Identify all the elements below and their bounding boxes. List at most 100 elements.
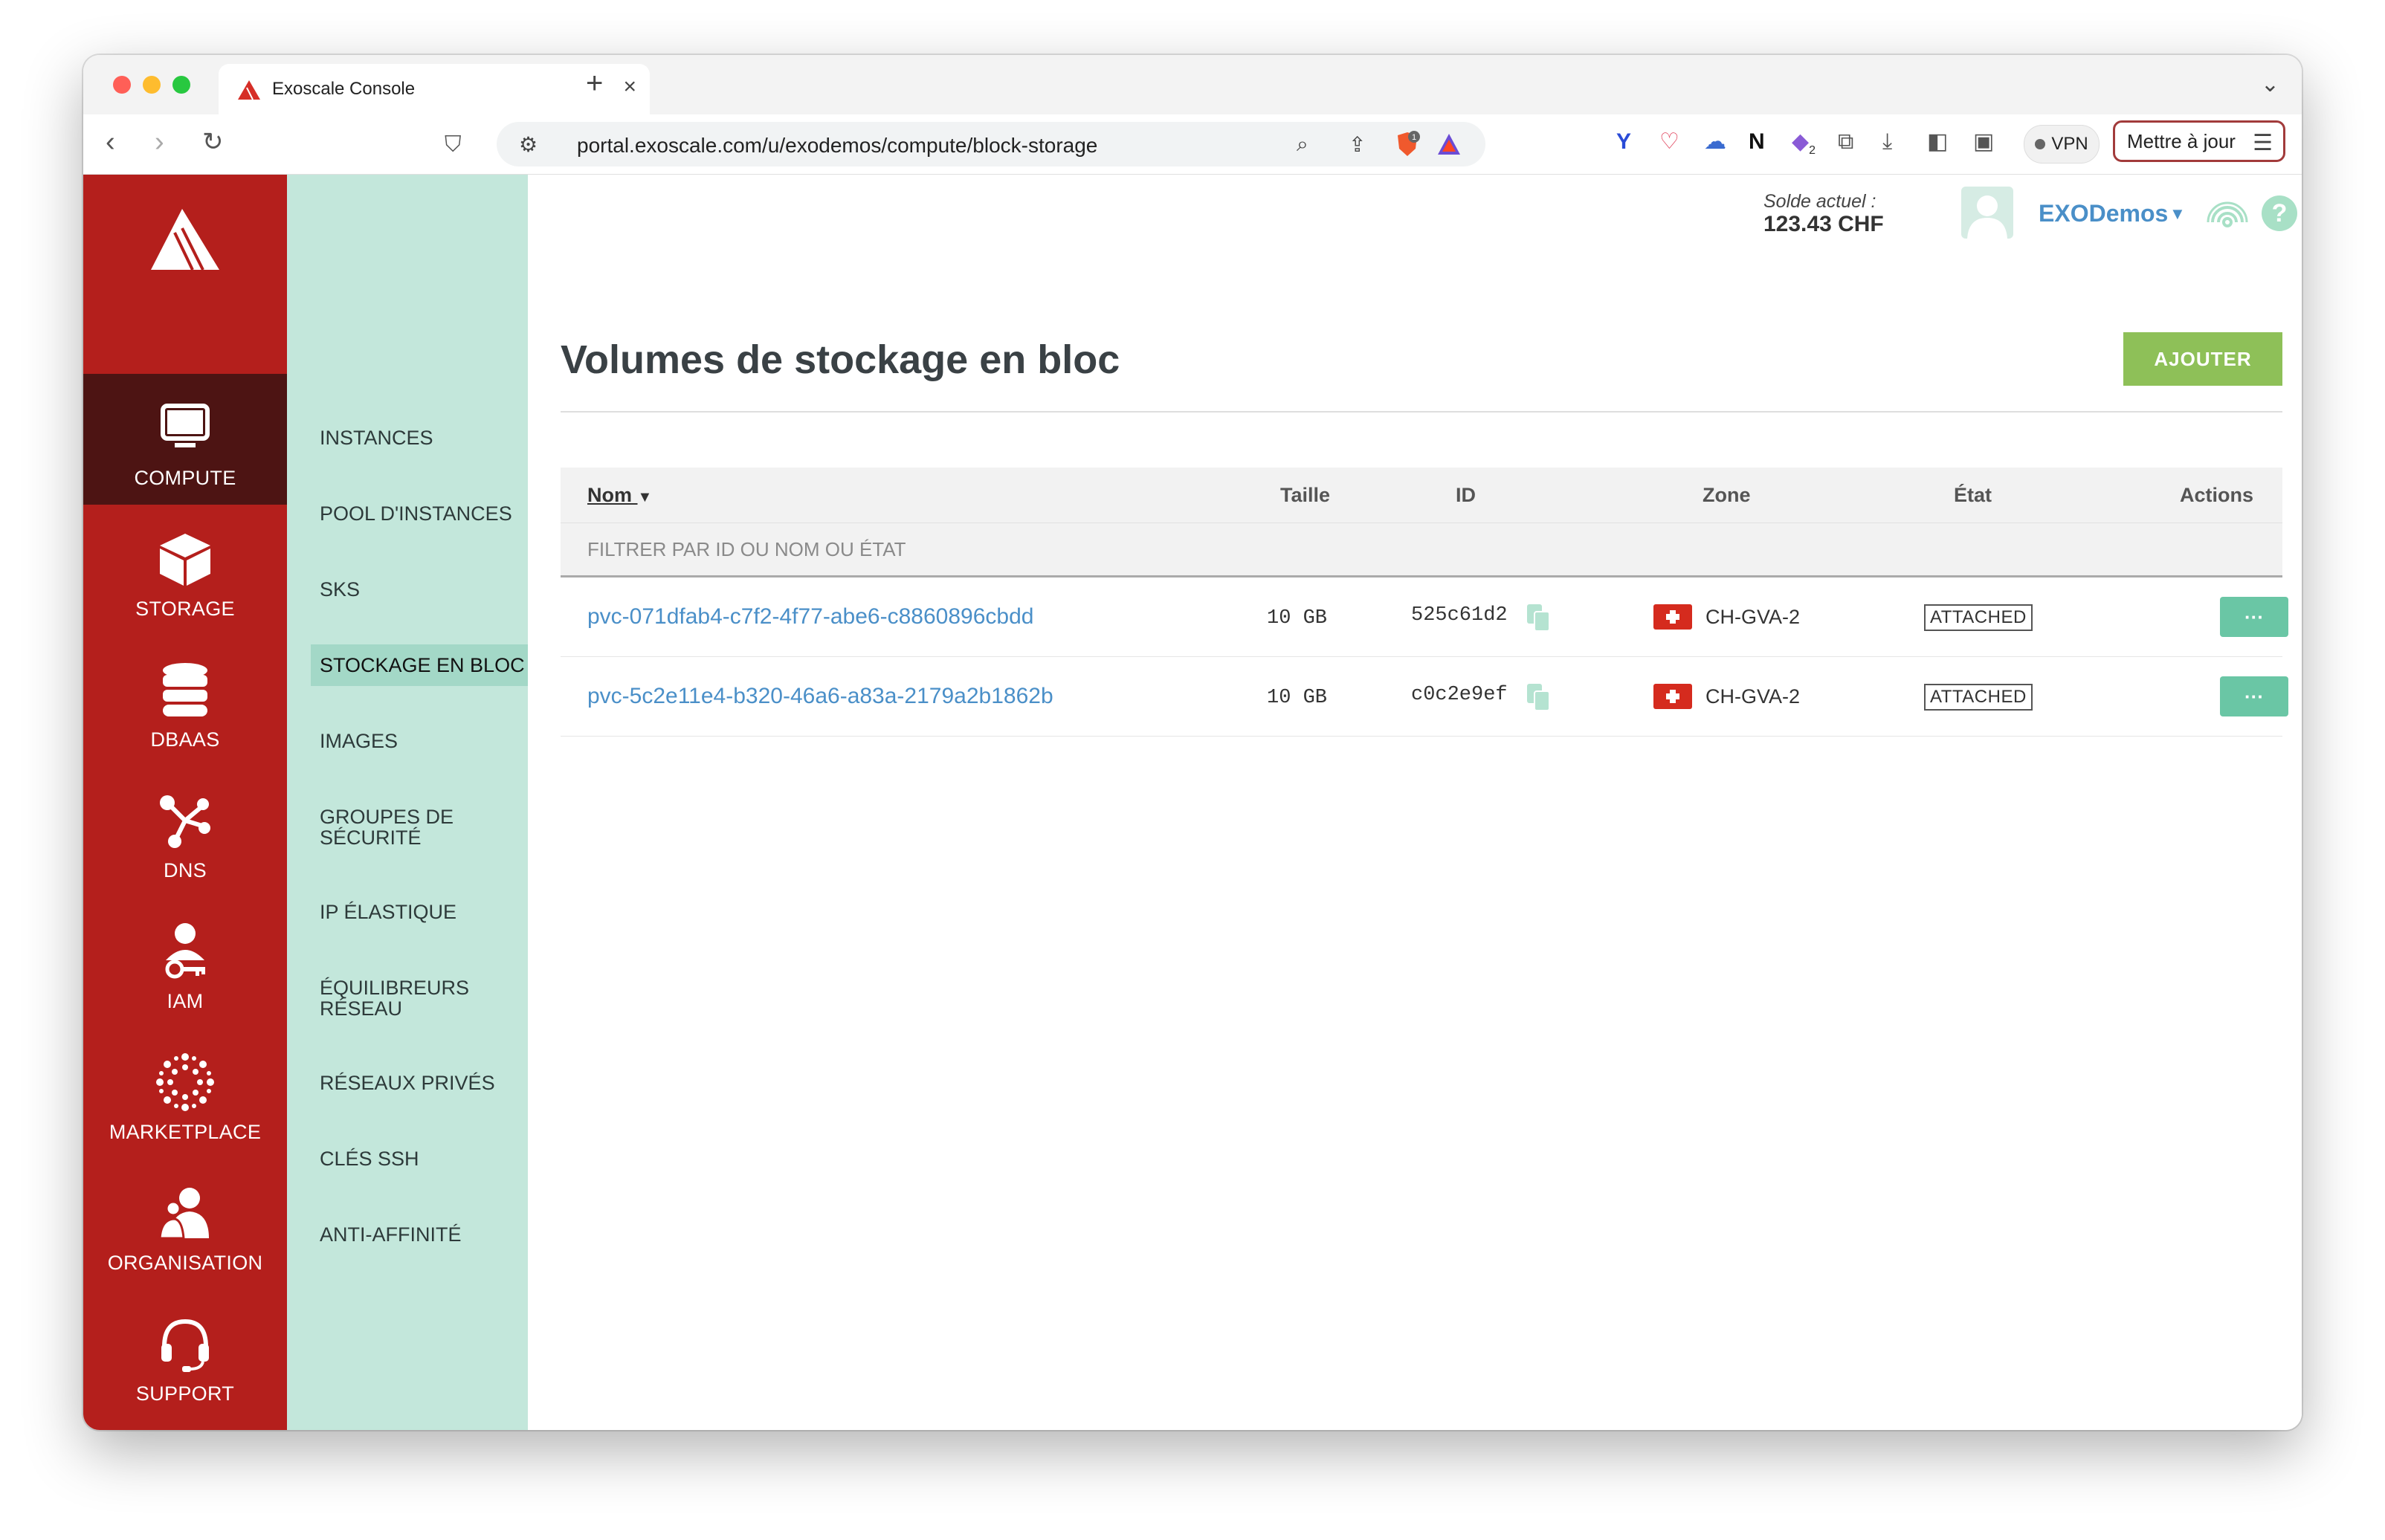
broadcast-icon[interactable] (2207, 192, 2248, 234)
update-button[interactable]: Mettre à jour ☰ (2113, 120, 2285, 162)
rail-item-compute[interactable]: COMPUTE (83, 374, 287, 505)
tab-list-chevron-icon[interactable]: ⌄ (2261, 71, 2279, 97)
column-header-size[interactable]: Taille (1280, 484, 1330, 507)
rail-item-dbaas[interactable]: DBAAS (83, 635, 287, 766)
extension-notion-icon[interactable]: N (1749, 129, 1765, 155)
tab-close-icon[interactable]: × (623, 76, 636, 98)
subnav-item-anti-affinity[interactable]: ANTI-AFFINITÉ (311, 1214, 528, 1255)
rail-item-dns[interactable]: DNS (83, 766, 287, 897)
volume-size: 10 GB (1267, 687, 1328, 709)
subnav-item-elastic-ip[interactable]: IP ÉLASTIQUE (311, 891, 528, 933)
table-header: Nom ▼ Taille ID Zone État Actions (561, 468, 2282, 522)
menu-icon[interactable]: ☰ (2253, 130, 2273, 156)
balance-label: Solde actuel : (1763, 191, 1876, 212)
reload-icon[interactable]: ↻ (202, 128, 224, 156)
subnav-item-sks[interactable]: SKS (311, 569, 528, 610)
zoom-window-button[interactable] (172, 76, 190, 94)
rail-item-label: COMPUTE (134, 467, 236, 489)
browser-toolbar: ‹ › ↻ ⛉ ⚙ portal.exoscale.com/u/exodemos… (83, 114, 2302, 175)
subnav-item-private-networks[interactable]: RÉSEAUX PRIVÉS (311, 1062, 528, 1104)
column-header-name[interactable]: Nom ▼ (587, 484, 652, 507)
volumes-table: Nom ▼ Taille ID Zone État Actions pvc-07… (561, 468, 2288, 737)
sidebar-toggle-icon[interactable]: ◧ (1927, 129, 1948, 155)
rail-item-label: IAM (167, 990, 204, 1012)
brave-shield-icon[interactable]: 1 (1395, 131, 1420, 158)
brave-shield-badge: 1 (1412, 133, 1416, 142)
exoscale-app: COMPUTE STORAGE DBAAS DNS IAM MARKETPLAC… (83, 175, 2302, 1430)
table-row: pvc-5c2e11e4-b320-46a6-a83a-2179a2b1862b… (561, 657, 2288, 737)
rail-item-label: ORGANISATION (107, 1252, 263, 1274)
rail-item-label: MARKETPLACE (109, 1121, 262, 1143)
column-header-id[interactable]: ID (1456, 484, 1476, 507)
help-icon[interactable]: ? (2262, 195, 2297, 231)
downloads-icon[interactable]: ⤓ (1882, 129, 1892, 155)
main-content: Solde actuel : 123.43 CHF EXODemos ▼ ? V… (528, 175, 2302, 1430)
wallet-icon[interactable]: ▣ (1973, 129, 1994, 155)
exoscale-logo-icon[interactable] (148, 206, 222, 273)
share-icon[interactable]: ⇪ (1349, 132, 1366, 157)
subnav-item-security-groups[interactable]: GROUPES DE SÉCURITÉ (311, 796, 482, 858)
extension-gem-icon[interactable]: ◆2 (1792, 129, 1816, 164)
site-settings-icon[interactable]: ⚙ (519, 132, 538, 157)
extensions-puzzle-icon[interactable]: ⧉ (1838, 129, 1853, 155)
pocket-icon[interactable]: ♡ (1659, 129, 1679, 155)
status-badge: ATTACHED (1924, 684, 2033, 711)
zoom-icon[interactable]: ⌕ (1297, 132, 1308, 157)
volume-name-link[interactable]: pvc-071dfab4-c7f2-4f77-abe6-c8860896cbdd (587, 604, 1033, 630)
title-divider (561, 411, 2282, 412)
monitor-icon (161, 404, 210, 447)
account-switcher[interactable]: EXODemos (2039, 200, 2168, 227)
forward-button[interactable]: › (155, 128, 164, 156)
address-url[interactable]: portal.exoscale.com/u/exodemos/compute/b… (577, 134, 1097, 158)
dots-burst-icon (156, 1053, 214, 1111)
rail-item-iam[interactable]: IAM (83, 897, 287, 1028)
browser-tab[interactable]: Exoscale Console × (219, 64, 650, 114)
brave-rewards-icon[interactable] (1436, 132, 1462, 156)
vpn-button[interactable]: VPN (2024, 125, 2100, 164)
swiss-flag-icon (1653, 604, 1692, 630)
filter-row (561, 522, 2282, 578)
address-bar[interactable]: ⚙ portal.exoscale.com/u/exodemos/compute… (497, 122, 1485, 166)
rail-item-organisation[interactable]: ORGANISATION (83, 1159, 287, 1290)
rail-item-label: SUPPORT (135, 1382, 235, 1405)
subnav-item-block-storage[interactable]: STOCKAGE EN BLOC (311, 644, 528, 686)
tab-strip: Exoscale Console × + ⌄ (83, 55, 2302, 114)
rail-item-storage[interactable]: STORAGE (83, 505, 287, 635)
vpn-status-icon (2035, 139, 2046, 149)
volume-id: c0c2e9ef (1411, 684, 1508, 706)
column-header-name-label: Nom (587, 484, 632, 506)
new-tab-button[interactable]: + (586, 68, 603, 98)
extension-cloud-icon[interactable]: ☁ (1704, 129, 1726, 155)
network-icon (160, 795, 210, 848)
row-actions-button[interactable]: ··· (2220, 597, 2288, 637)
add-volume-button[interactable]: AJOUTER (2123, 332, 2282, 386)
subnav-item-instance-pools[interactable]: POOL D'INSTANCES (311, 493, 528, 534)
subnav-item-images[interactable]: IMAGES (311, 720, 528, 762)
page-title: Volumes de stockage en bloc (561, 337, 1120, 382)
copy-icon[interactable] (1526, 603, 1552, 632)
minimize-window-button[interactable] (143, 76, 161, 94)
tab-title: Exoscale Console (272, 79, 416, 99)
extension-v-icon[interactable]: Y (1616, 129, 1631, 155)
subnav-item-instances[interactable]: INSTANCES (311, 417, 528, 459)
rail-item-marketplace[interactable]: MARKETPLACE (83, 1028, 287, 1159)
volume-name-link[interactable]: pvc-5c2e11e4-b320-46a6-a83a-2179a2b1862b (587, 684, 1053, 709)
rail-item-label: DBAAS (150, 728, 220, 751)
chevron-down-icon[interactable]: ▼ (2169, 204, 2186, 224)
column-header-zone[interactable]: Zone (1703, 484, 1751, 507)
subnav-item-network-load-balancers[interactable]: ÉQUILIBREURS RÉSEAU (311, 967, 482, 1029)
close-window-button[interactable] (113, 76, 131, 94)
column-header-state[interactable]: État (1954, 484, 1992, 507)
avatar[interactable] (1961, 187, 2013, 239)
filter-input[interactable] (561, 523, 2282, 575)
row-actions-button[interactable]: ··· (2220, 676, 2288, 716)
back-button[interactable]: ‹ (106, 128, 115, 156)
rail-item-support[interactable]: SUPPORT (83, 1290, 287, 1420)
browser-window: Exoscale Console × + ⌄ ‹ › ↻ ⛉ ⚙ portal.… (83, 55, 2302, 1430)
rail-item-label: DNS (164, 859, 207, 881)
copy-icon[interactable] (1526, 682, 1552, 712)
exoscale-favicon-icon (238, 80, 260, 100)
volume-size: 10 GB (1267, 607, 1328, 630)
subnav-item-ssh-keys[interactable]: CLÉS SSH (311, 1138, 528, 1180)
bookmark-icon[interactable]: ⛉ (445, 131, 462, 159)
